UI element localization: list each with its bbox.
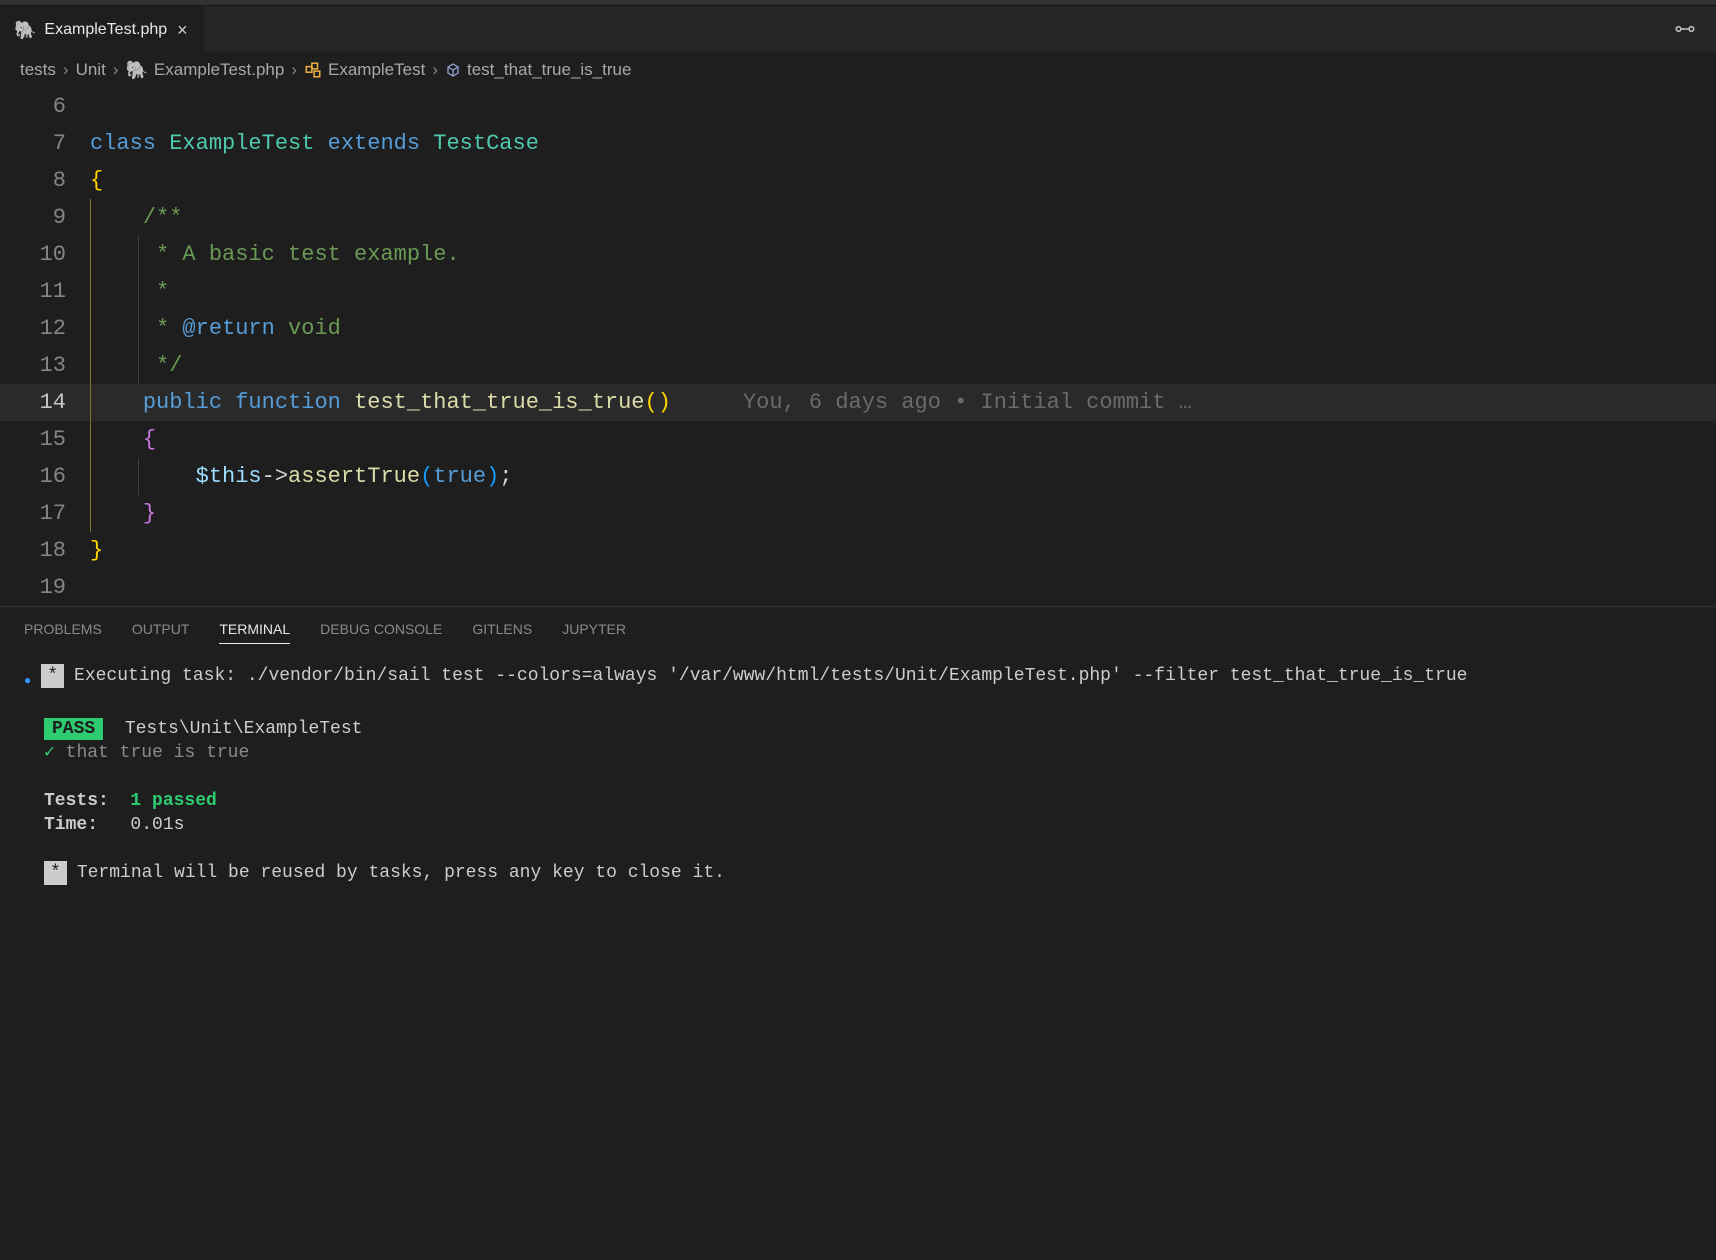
tab-exampletest[interactable]: 🐘 ExampleTest.php × [0, 6, 205, 52]
line-number: 15 [0, 421, 90, 458]
crumb-file[interactable]: ExampleTest.php [154, 60, 284, 80]
test-name: that true is true [66, 743, 250, 763]
tab-debug-console[interactable]: DEBUG CONSOLE [320, 621, 442, 644]
panel-tabs: PROBLEMS OUTPUT TERMINAL DEBUG CONSOLE G… [24, 607, 1692, 650]
task-command: ./vendor/bin/sail test --colors=always '… [247, 666, 1468, 686]
test-suite-name: Tests\Unit\ExampleTest [125, 719, 363, 739]
crumb-unit[interactable]: Unit [76, 60, 106, 80]
time-label: Time: [44, 815, 98, 835]
php-icon: 🐘 [14, 21, 36, 39]
chevron-right-icon: › [431, 60, 439, 80]
editor[interactable]: 6 7 class ExampleTest extends TestCase 8… [0, 88, 1716, 606]
terminal-reuse-message: Terminal will be reused by tasks, press … [77, 861, 725, 885]
tab-gitlens[interactable]: GITLENS [472, 621, 532, 644]
line-number: 6 [0, 88, 90, 125]
php-icon: 🐘 [125, 61, 147, 79]
terminal-output[interactable]: ● * Executing task: ./vendor/bin/sail te… [24, 664, 1692, 885]
symbol-method-icon [445, 62, 461, 78]
task-star-box: * [44, 861, 67, 885]
line-number: 9 [0, 199, 90, 236]
chevron-right-icon: › [62, 60, 70, 80]
git-blame-annotation: You, 6 days ago • Initial commit … [743, 390, 1192, 415]
time-value: 0.01s [130, 815, 184, 835]
line-number: 10 [0, 236, 90, 273]
line-number: 14 [0, 384, 90, 421]
tab-problems[interactable]: PROBLEMS [24, 621, 102, 644]
line-number: 7 [0, 125, 90, 162]
tests-value: 1 passed [130, 791, 216, 811]
symbol-class-icon [304, 61, 322, 79]
task-indicator-dot: ● [24, 664, 31, 693]
tab-label: ExampleTest.php [44, 21, 167, 39]
tab-jupyter[interactable]: JUPYTER [562, 621, 626, 644]
crumb-class[interactable]: ExampleTest [328, 60, 425, 80]
line-number: 18 [0, 532, 90, 569]
line-number: 12 [0, 310, 90, 347]
check-icon: ✓ [44, 743, 55, 763]
tab-output[interactable]: OUTPUT [132, 621, 190, 644]
task-prefix: Executing task: [74, 666, 247, 686]
line-number: 13 [0, 347, 90, 384]
close-icon[interactable]: × [175, 21, 190, 39]
compare-changes-icon[interactable] [1674, 18, 1696, 40]
line-number: 17 [0, 495, 90, 532]
task-star-box: * [41, 664, 64, 688]
line-number: 16 [0, 458, 90, 495]
editor-tabs: 🐘 ExampleTest.php × [0, 6, 1716, 52]
tests-label: Tests: [44, 791, 109, 811]
crumb-tests[interactable]: tests [20, 60, 56, 80]
line-number: 19 [0, 569, 90, 606]
tab-terminal[interactable]: TERMINAL [219, 621, 290, 644]
breadcrumb[interactable]: tests › Unit › 🐘 ExampleTest.php › Examp… [0, 52, 1716, 88]
chevron-right-icon: › [290, 60, 298, 80]
chevron-right-icon: › [112, 60, 120, 80]
pass-badge: PASS [44, 718, 103, 740]
line-number: 8 [0, 162, 90, 199]
panel: PROBLEMS OUTPUT TERMINAL DEBUG CONSOLE G… [0, 606, 1716, 897]
line-number: 11 [0, 273, 90, 310]
crumb-method[interactable]: test_that_true_is_true [467, 60, 631, 80]
